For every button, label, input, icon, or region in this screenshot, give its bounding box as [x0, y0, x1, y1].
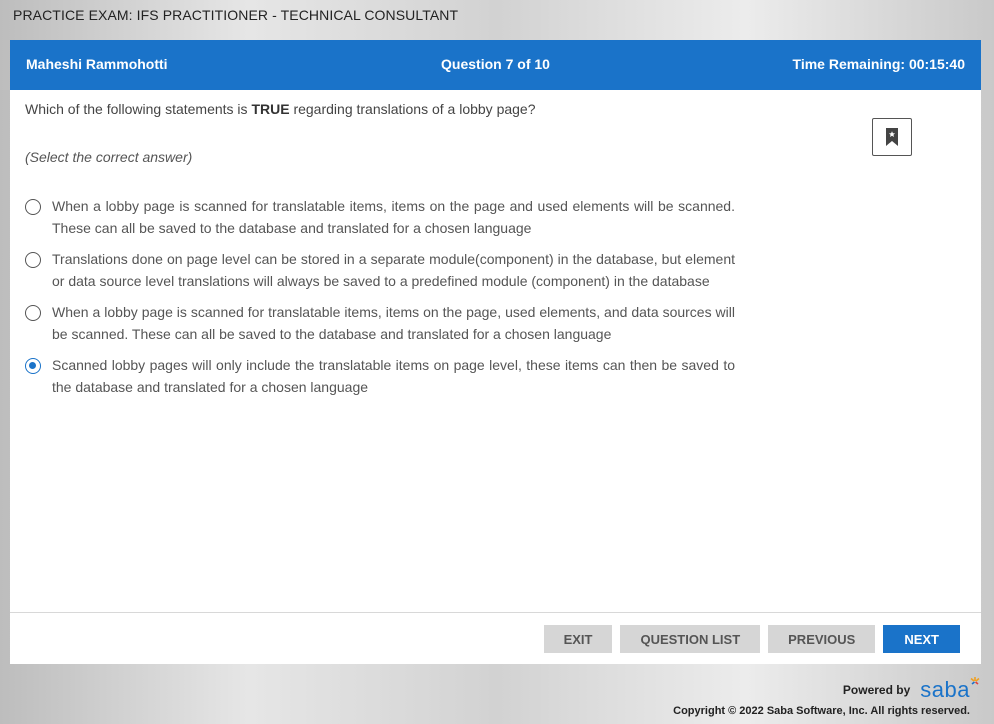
answer-option-1[interactable]: When a lobby page is scanned for transla…	[25, 195, 735, 239]
answer-instruction: (Select the correct answer)	[25, 149, 193, 165]
exam-panel: Maheshi Rammohotti Question 7 of 10 Time…	[10, 40, 981, 664]
question-emphasis: TRUE	[251, 101, 290, 117]
exam-title: PRACTICE EXAM: IFS PRACTITIONER - TECHNI…	[13, 7, 459, 23]
radio-button[interactable]	[25, 199, 41, 215]
bookmark-button[interactable]	[872, 118, 912, 156]
bookmark-icon	[886, 128, 898, 146]
answer-option-3[interactable]: When a lobby page is scanned for transla…	[25, 301, 735, 345]
answer-options: When a lobby page is scanned for transla…	[25, 195, 735, 407]
footer-divider	[10, 612, 981, 613]
answer-option-text: When a lobby page is scanned for transla…	[52, 198, 735, 236]
navigation-buttons: EXIT QUESTION LIST PREVIOUS NEXT	[543, 625, 960, 653]
powered-by: Powered by saba	[842, 677, 980, 703]
previous-button[interactable]: PREVIOUS	[768, 625, 876, 653]
radio-button-selected[interactable]	[25, 358, 41, 374]
powered-by-label: Powered by	[842, 683, 911, 697]
exit-button[interactable]: EXIT	[543, 625, 613, 653]
answer-option-text: Translations done on page level can be s…	[52, 251, 735, 289]
answer-option-text: Scanned lobby pages will only include th…	[52, 357, 735, 395]
time-remaining: Time Remaining: 00:15:40	[792, 56, 965, 72]
answer-option-2[interactable]: Translations done on page level can be s…	[25, 248, 735, 292]
answer-option-4[interactable]: Scanned lobby pages will only include th…	[25, 354, 735, 398]
copyright-notice: Copyright © 2022 Saba Software, Inc. All…	[673, 705, 970, 717]
question-text: Which of the following statements is TRU…	[25, 101, 536, 117]
next-button[interactable]: NEXT	[883, 625, 960, 653]
saba-logo: saba	[920, 677, 980, 703]
answer-option-text: When a lobby page is scanned for transla…	[52, 304, 735, 342]
saba-logo-mark-icon	[970, 677, 980, 685]
radio-button[interactable]	[25, 252, 41, 268]
exam-header: Maheshi Rammohotti Question 7 of 10 Time…	[10, 40, 981, 90]
radio-button[interactable]	[25, 305, 41, 321]
question-list-button[interactable]: QUESTION LIST	[620, 625, 761, 653]
